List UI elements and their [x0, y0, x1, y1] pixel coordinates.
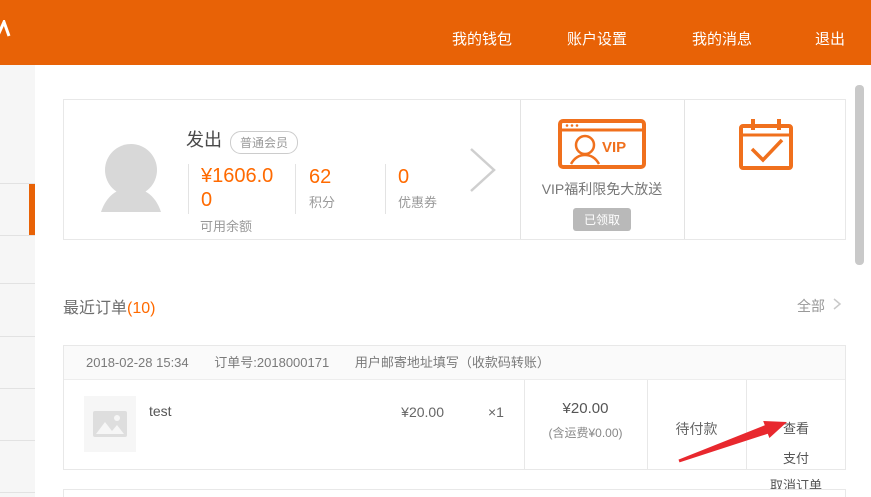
order-note: 用户邮寄地址填写（收款码转账）	[355, 355, 550, 370]
sidebar-divider	[0, 492, 35, 493]
user-avatar[interactable]	[99, 140, 163, 212]
pay-order-link[interactable]: 支付	[746, 448, 846, 467]
profile-card: 发出 普通会员 ¥1606.00 可用余额 62 积分 0 优惠券 VIP	[63, 99, 846, 240]
top-header-bar: 我的钱包 账户设置 我的消息 退出	[0, 0, 871, 65]
view-order-link[interactable]: 查看	[746, 418, 846, 437]
balance-label: 可用余额	[200, 216, 252, 235]
chevron-right-icon[interactable]	[468, 146, 498, 194]
balance-value: ¥1606.00	[201, 164, 281, 212]
member-level-badge: 普通会员	[230, 131, 298, 154]
product-quantity: ×1	[488, 404, 504, 420]
stat-divider	[295, 164, 296, 214]
nav-account-settings[interactable]: 账户设置	[567, 28, 627, 49]
stat-divider	[385, 164, 386, 214]
vip-promo-section[interactable]: VIP VIP福利限免大放送 已领取	[520, 100, 684, 239]
nav-my-wallet[interactable]: 我的钱包	[452, 28, 512, 49]
nav-logout[interactable]: 退出	[815, 28, 845, 49]
points-value: 62	[309, 166, 331, 189]
product-name[interactable]: test	[149, 403, 172, 419]
coupons-label: 优惠券	[398, 192, 437, 211]
vip-promo-title: VIP福利限免大放送	[520, 179, 684, 199]
scrollbar-thumb[interactable]	[855, 85, 864, 265]
order-body-row: test ¥20.00 ×1 ¥20.00 (含运费¥0.00) 待付款 查看 …	[64, 380, 845, 470]
order-number: 订单号:2018000171	[214, 355, 329, 370]
username: 发出	[186, 126, 222, 152]
stat-divider	[188, 164, 189, 214]
product-price: ¥20.00	[382, 404, 444, 420]
sidebar-divider	[0, 336, 35, 337]
order-total: ¥20.00	[524, 400, 647, 417]
sidebar-divider	[0, 388, 35, 389]
page: 我的钱包 账户设置 我的消息 退出 发出 普通会员 ¥1606.00 可用余额 …	[0, 0, 871, 497]
site-logo-icon[interactable]	[0, 20, 15, 44]
sidebar-divider	[0, 283, 35, 284]
sidebar-divider	[0, 235, 35, 236]
next-order-card-partial	[63, 489, 846, 497]
order-status: 待付款	[647, 419, 746, 439]
claimed-badge[interactable]: 已领取	[573, 208, 631, 231]
order-card: 2018-02-28 15:34 订单号:2018000171 用户邮寄地址填写…	[63, 345, 846, 470]
chevron-right-small-icon[interactable]	[832, 297, 842, 311]
svg-text:VIP: VIP	[602, 139, 626, 156]
left-sidebar	[0, 65, 35, 497]
vip-browser-icon: VIP	[558, 119, 646, 169]
sidebar-active-indicator[interactable]	[29, 184, 35, 235]
points-label: 积分	[309, 192, 335, 211]
product-thumbnail[interactable]	[84, 396, 136, 452]
recent-orders-label: 最近订单	[63, 300, 127, 317]
recent-orders-title: 最近订单(10)	[63, 294, 155, 318]
calendar-check-icon	[738, 117, 794, 171]
image-placeholder-icon	[92, 410, 128, 438]
sidebar-divider	[0, 440, 35, 441]
order-header-row: 2018-02-28 15:34 订单号:2018000171 用户邮寄地址填写…	[64, 346, 845, 380]
orders-count: (10)	[127, 300, 155, 317]
order-total-cell: ¥20.00 (含运费¥0.00)	[524, 380, 647, 441]
calendar-promo-section[interactable]	[684, 100, 847, 239]
order-status-cell: 待付款	[647, 380, 746, 439]
nav-my-messages[interactable]: 我的消息	[692, 28, 752, 49]
coupons-value: 0	[398, 166, 409, 189]
view-all-link[interactable]: 全部	[797, 296, 825, 316]
shipping-note: (含运费¥0.00)	[524, 424, 647, 441]
order-datetime: 2018-02-28 15:34	[86, 355, 189, 370]
